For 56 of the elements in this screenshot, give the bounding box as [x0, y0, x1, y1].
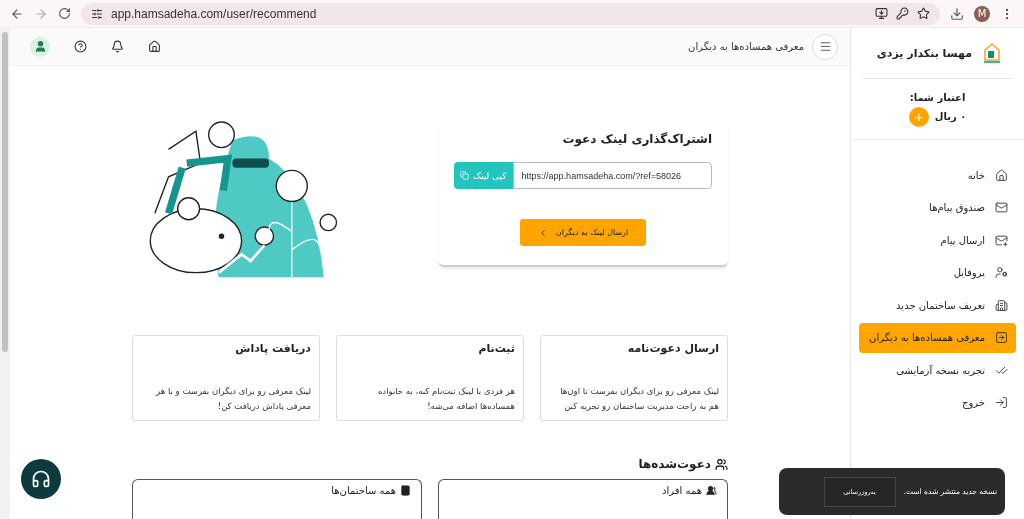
step-title: ثبت‌نام [477, 342, 515, 355]
sidebar-item[interactable]: ارسال پیام [859, 225, 1016, 255]
reload-icon[interactable] [58, 7, 71, 20]
sidebar-item[interactable]: خروج [859, 387, 1016, 418]
help-button[interactable] [74, 40, 87, 53]
sidebar-item[interactable]: پروفایل [859, 257, 1016, 288]
step-title: ارسال دعوت‌نامه [626, 342, 719, 355]
house-logo-icon [982, 42, 1002, 64]
user-name: مهسا بنکدار یزدی [876, 46, 972, 60]
install-icon[interactable] [875, 7, 888, 20]
people-icon [706, 485, 717, 496]
profile-avatar[interactable]: M [974, 5, 990, 22]
address-bar[interactable]: app.hamsadeha.com/user/recommend [81, 2, 940, 25]
user-avatar-icon[interactable] [30, 36, 50, 57]
page-title: معرفی همساده‌ها به دیگران [687, 41, 804, 52]
invite-title: اشتراک‌گذاری لینک دعوت [561, 132, 712, 146]
scrollbar-thumb[interactable] [2, 32, 8, 352]
users-icon [715, 457, 728, 471]
step-description: لینک معرفی رو برای دیگران بفرست و با هر معرفی پاداش دریافت کن! [154, 385, 311, 413]
sidebar-item[interactable]: تعریف ساختمان جدید [859, 290, 1016, 320]
credit-value: ۰ ریال [934, 111, 967, 122]
send-link-button[interactable]: ارسال لینک به دیگران [520, 219, 646, 246]
menu-button[interactable] [812, 33, 838, 60]
invite-link-field[interactable]: https://app.hamsadeha.com/?ref=58026 [512, 162, 712, 189]
section-title: دعوت‌شده‌ها [638, 457, 711, 471]
mail-icon [995, 201, 1008, 214]
home-button[interactable] [148, 40, 161, 53]
bell-icon [111, 40, 124, 53]
download-icon[interactable] [950, 6, 964, 21]
support-button[interactable] [21, 459, 61, 499]
back-icon[interactable] [10, 6, 24, 21]
site-settings-icon[interactable] [91, 7, 103, 20]
login-arrow-icon [995, 396, 1008, 409]
key-icon[interactable] [896, 7, 909, 20]
step-title: دریافت پاداش [234, 342, 311, 355]
sidebar-item[interactable]: تجربه نسخه آزمایشی [859, 355, 1016, 385]
building-plus-icon [995, 298, 1008, 312]
copy-icon [460, 171, 469, 180]
step-description: هر فردی با لینک ثبت‌نام کنه، به خانواده همساده‌ها اضافه می‌شه! [376, 385, 515, 413]
bookmark-star-icon[interactable] [917, 7, 930, 20]
help-icon [74, 40, 87, 53]
filter-tab[interactable]: همه ساختمان‌ها [132, 479, 422, 519]
user-gear-icon [995, 266, 1008, 279]
menu-icon [818, 40, 832, 53]
headset-icon [31, 469, 51, 489]
url-text: app.hamsadeha.com/user/recommend [111, 6, 318, 21]
sidebar-item[interactable]: معرفی همساده‌ها به دیگران [859, 322, 1016, 353]
sidebar-item[interactable]: صندوق پیام‌ها [859, 192, 1016, 223]
mail-plus-icon [995, 233, 1008, 247]
notifications-button[interactable] [111, 40, 124, 53]
home-icon [995, 168, 1008, 182]
home-icon [148, 40, 161, 53]
sidebar-item[interactable]: خانه [859, 160, 1016, 190]
filter-tab[interactable]: همه افراد [438, 479, 728, 519]
credit-label: اعتبار شما: [909, 91, 966, 103]
step-description: لینک معرفی رو برای دیگران بفرست تا اون‌ها هم به راحت مدیریت ساختمان رو تجربه کنن [559, 385, 719, 413]
